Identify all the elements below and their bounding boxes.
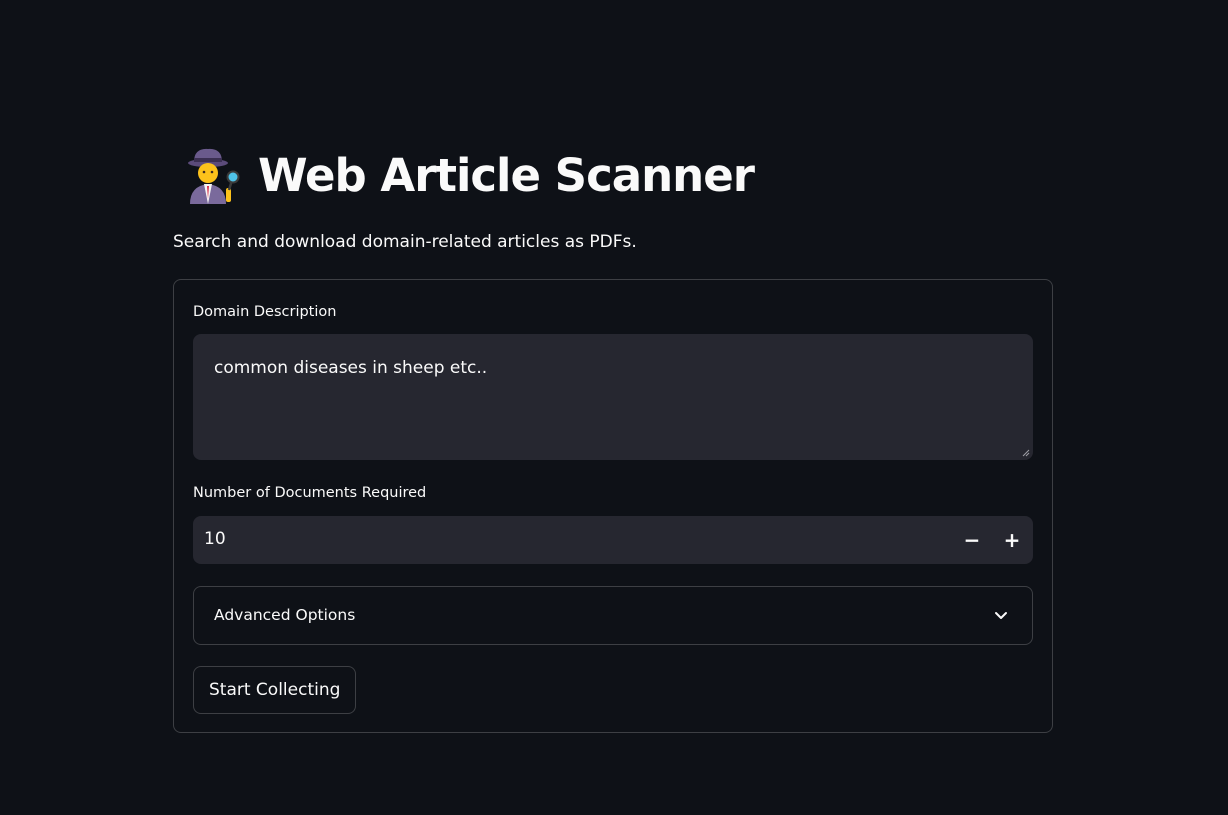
minus-icon: − <box>963 528 981 552</box>
decrement-button[interactable]: − <box>952 516 992 564</box>
domain-description-label: Domain Description <box>193 304 337 320</box>
increment-button[interactable]: + <box>992 516 1032 564</box>
plus-icon: + <box>1003 528 1021 552</box>
num-documents-label: Number of Documents Required <box>193 485 427 501</box>
domain-description-value: common diseases in sheep etc.. <box>214 358 488 378</box>
page-header: Web Article Scanner <box>182 140 755 210</box>
advanced-options-label: Advanced Options <box>214 606 356 624</box>
collection-form: Domain Description common diseases in sh… <box>173 279 1053 733</box>
page-title: Web Article Scanner <box>258 148 755 202</box>
detective-icon <box>188 148 240 204</box>
domain-description-textarea[interactable]: common diseases in sheep etc.. <box>193 334 1033 460</box>
num-documents-input[interactable]: 10 − + <box>193 516 1033 564</box>
chevron-down-icon <box>995 612 1007 619</box>
num-documents-value: 10 <box>204 529 226 549</box>
start-collecting-button[interactable]: Start Collecting <box>193 666 357 714</box>
advanced-options-expander[interactable]: Advanced Options <box>193 586 1033 645</box>
resize-grip-icon[interactable] <box>1022 449 1030 457</box>
page-subtitle: Search and download domain-related artic… <box>173 232 637 252</box>
